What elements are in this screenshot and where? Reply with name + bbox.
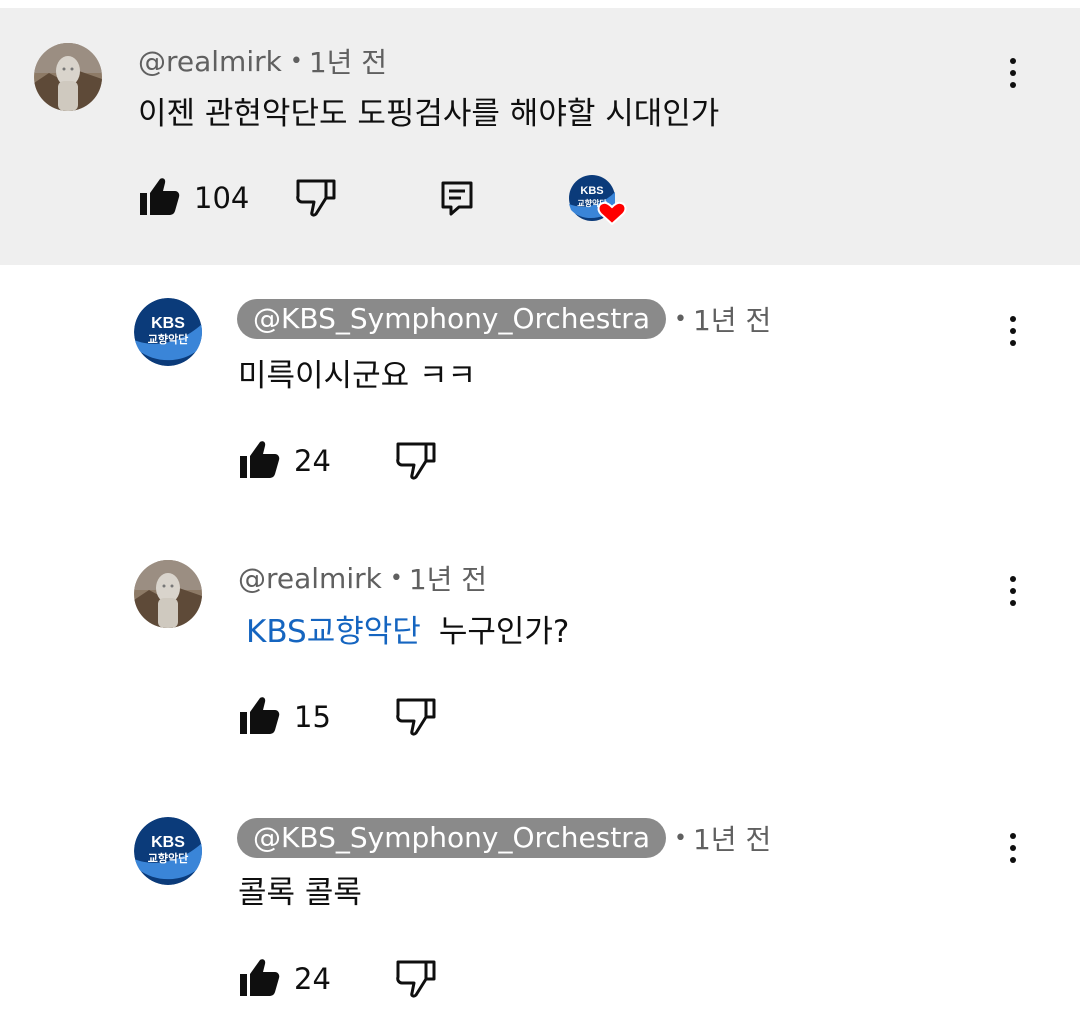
- dislike-button[interactable]: [396, 441, 438, 485]
- comment-actions: 24: [238, 955, 331, 1003]
- comment-text: 이젠 관현악단도 도핑검사를 해야할 시대인가: [138, 96, 720, 132]
- like-button[interactable]: [138, 176, 180, 220]
- comment-meta: @KBS_Symphony_Orchestra • 1년 전: [237, 818, 771, 858]
- comment-text: 누구인가?: [438, 614, 570, 650]
- like-button[interactable]: [238, 439, 280, 483]
- comment-text-container: KBS교향악단 누구인가?: [246, 606, 569, 651]
- thumbs-up-icon: [240, 697, 280, 734]
- avatar-kbs-symphony[interactable]: KBS 교향악단: [134, 817, 202, 885]
- avatar-realmirk[interactable]: [134, 560, 202, 628]
- comment-timestamp[interactable]: 1년 전: [693, 299, 771, 339]
- like-button[interactable]: [238, 695, 280, 739]
- kbs-logo-text: KBS: [151, 834, 185, 851]
- dislike-button[interactable]: [396, 697, 438, 741]
- kbs-logo-subtext: 교향악단: [148, 851, 188, 865]
- like-button[interactable]: [238, 957, 280, 1001]
- comment-text: 콜록 콜록: [238, 875, 362, 911]
- more-options-icon[interactable]: [1008, 833, 1018, 869]
- meta-separator: •: [289, 48, 303, 74]
- comment-text: 미륵이시군요 ㅋㅋ: [238, 358, 477, 394]
- thumbs-down-icon: [396, 960, 436, 998]
- comment-meta: @KBS_Symphony_Orchestra • 1년 전: [237, 299, 771, 339]
- dislike-button[interactable]: [296, 178, 338, 222]
- dislike-button[interactable]: [396, 959, 438, 1003]
- reply-icon: [441, 181, 473, 216]
- creator-handle-chip[interactable]: @KBS_Symphony_Orchestra: [237, 299, 666, 339]
- comment-meta: @realmirk • 1년 전: [238, 558, 487, 598]
- comment-meta: @realmirk • 1년 전: [138, 41, 387, 81]
- thumbs-down-icon: [396, 442, 436, 480]
- meta-separator: •: [389, 565, 403, 591]
- like-count: 104: [194, 181, 250, 215]
- creator-heart-badge: KBS 교향악단: [568, 174, 630, 230]
- more-options-icon[interactable]: [1008, 576, 1018, 612]
- meta-separator: •: [673, 306, 687, 332]
- more-options-icon[interactable]: [1008, 316, 1018, 352]
- thumbs-down-icon: [296, 179, 336, 217]
- kbs-logo-text: KBS: [151, 315, 185, 332]
- comment-actions: 104: [138, 174, 249, 222]
- thumbs-up-icon: [240, 959, 280, 996]
- like-count: 24: [294, 962, 331, 996]
- kbs-logo-subtext: 교향악단: [148, 332, 188, 346]
- heart-icon: [597, 201, 627, 226]
- like-count: 15: [294, 700, 331, 734]
- comment-timestamp[interactable]: 1년 전: [309, 41, 387, 81]
- comment-author-handle[interactable]: @realmirk: [138, 45, 282, 78]
- like-count: 24: [294, 444, 331, 478]
- more-options-icon[interactable]: [1008, 58, 1018, 94]
- kbs-logo-text: KBS: [580, 185, 603, 197]
- thumbs-down-icon: [396, 698, 436, 736]
- creator-handle-chip[interactable]: @KBS_Symphony_Orchestra: [237, 818, 666, 858]
- comment-actions: 15: [238, 693, 331, 741]
- meta-separator: •: [673, 825, 687, 851]
- comment-timestamp[interactable]: 1년 전: [693, 818, 771, 858]
- comment-timestamp[interactable]: 1년 전: [409, 558, 487, 598]
- comment-author-handle[interactable]: @realmirk: [238, 562, 382, 595]
- comment-actions: 24: [238, 437, 331, 485]
- avatar-realmirk[interactable]: [34, 43, 102, 111]
- thumbs-up-icon: [140, 178, 180, 215]
- avatar-kbs-symphony[interactable]: KBS 교향악단: [134, 298, 202, 366]
- thumbs-up-icon: [240, 441, 280, 478]
- mention-link[interactable]: KBS교향악단: [246, 614, 421, 650]
- reply-button[interactable]: [440, 180, 474, 220]
